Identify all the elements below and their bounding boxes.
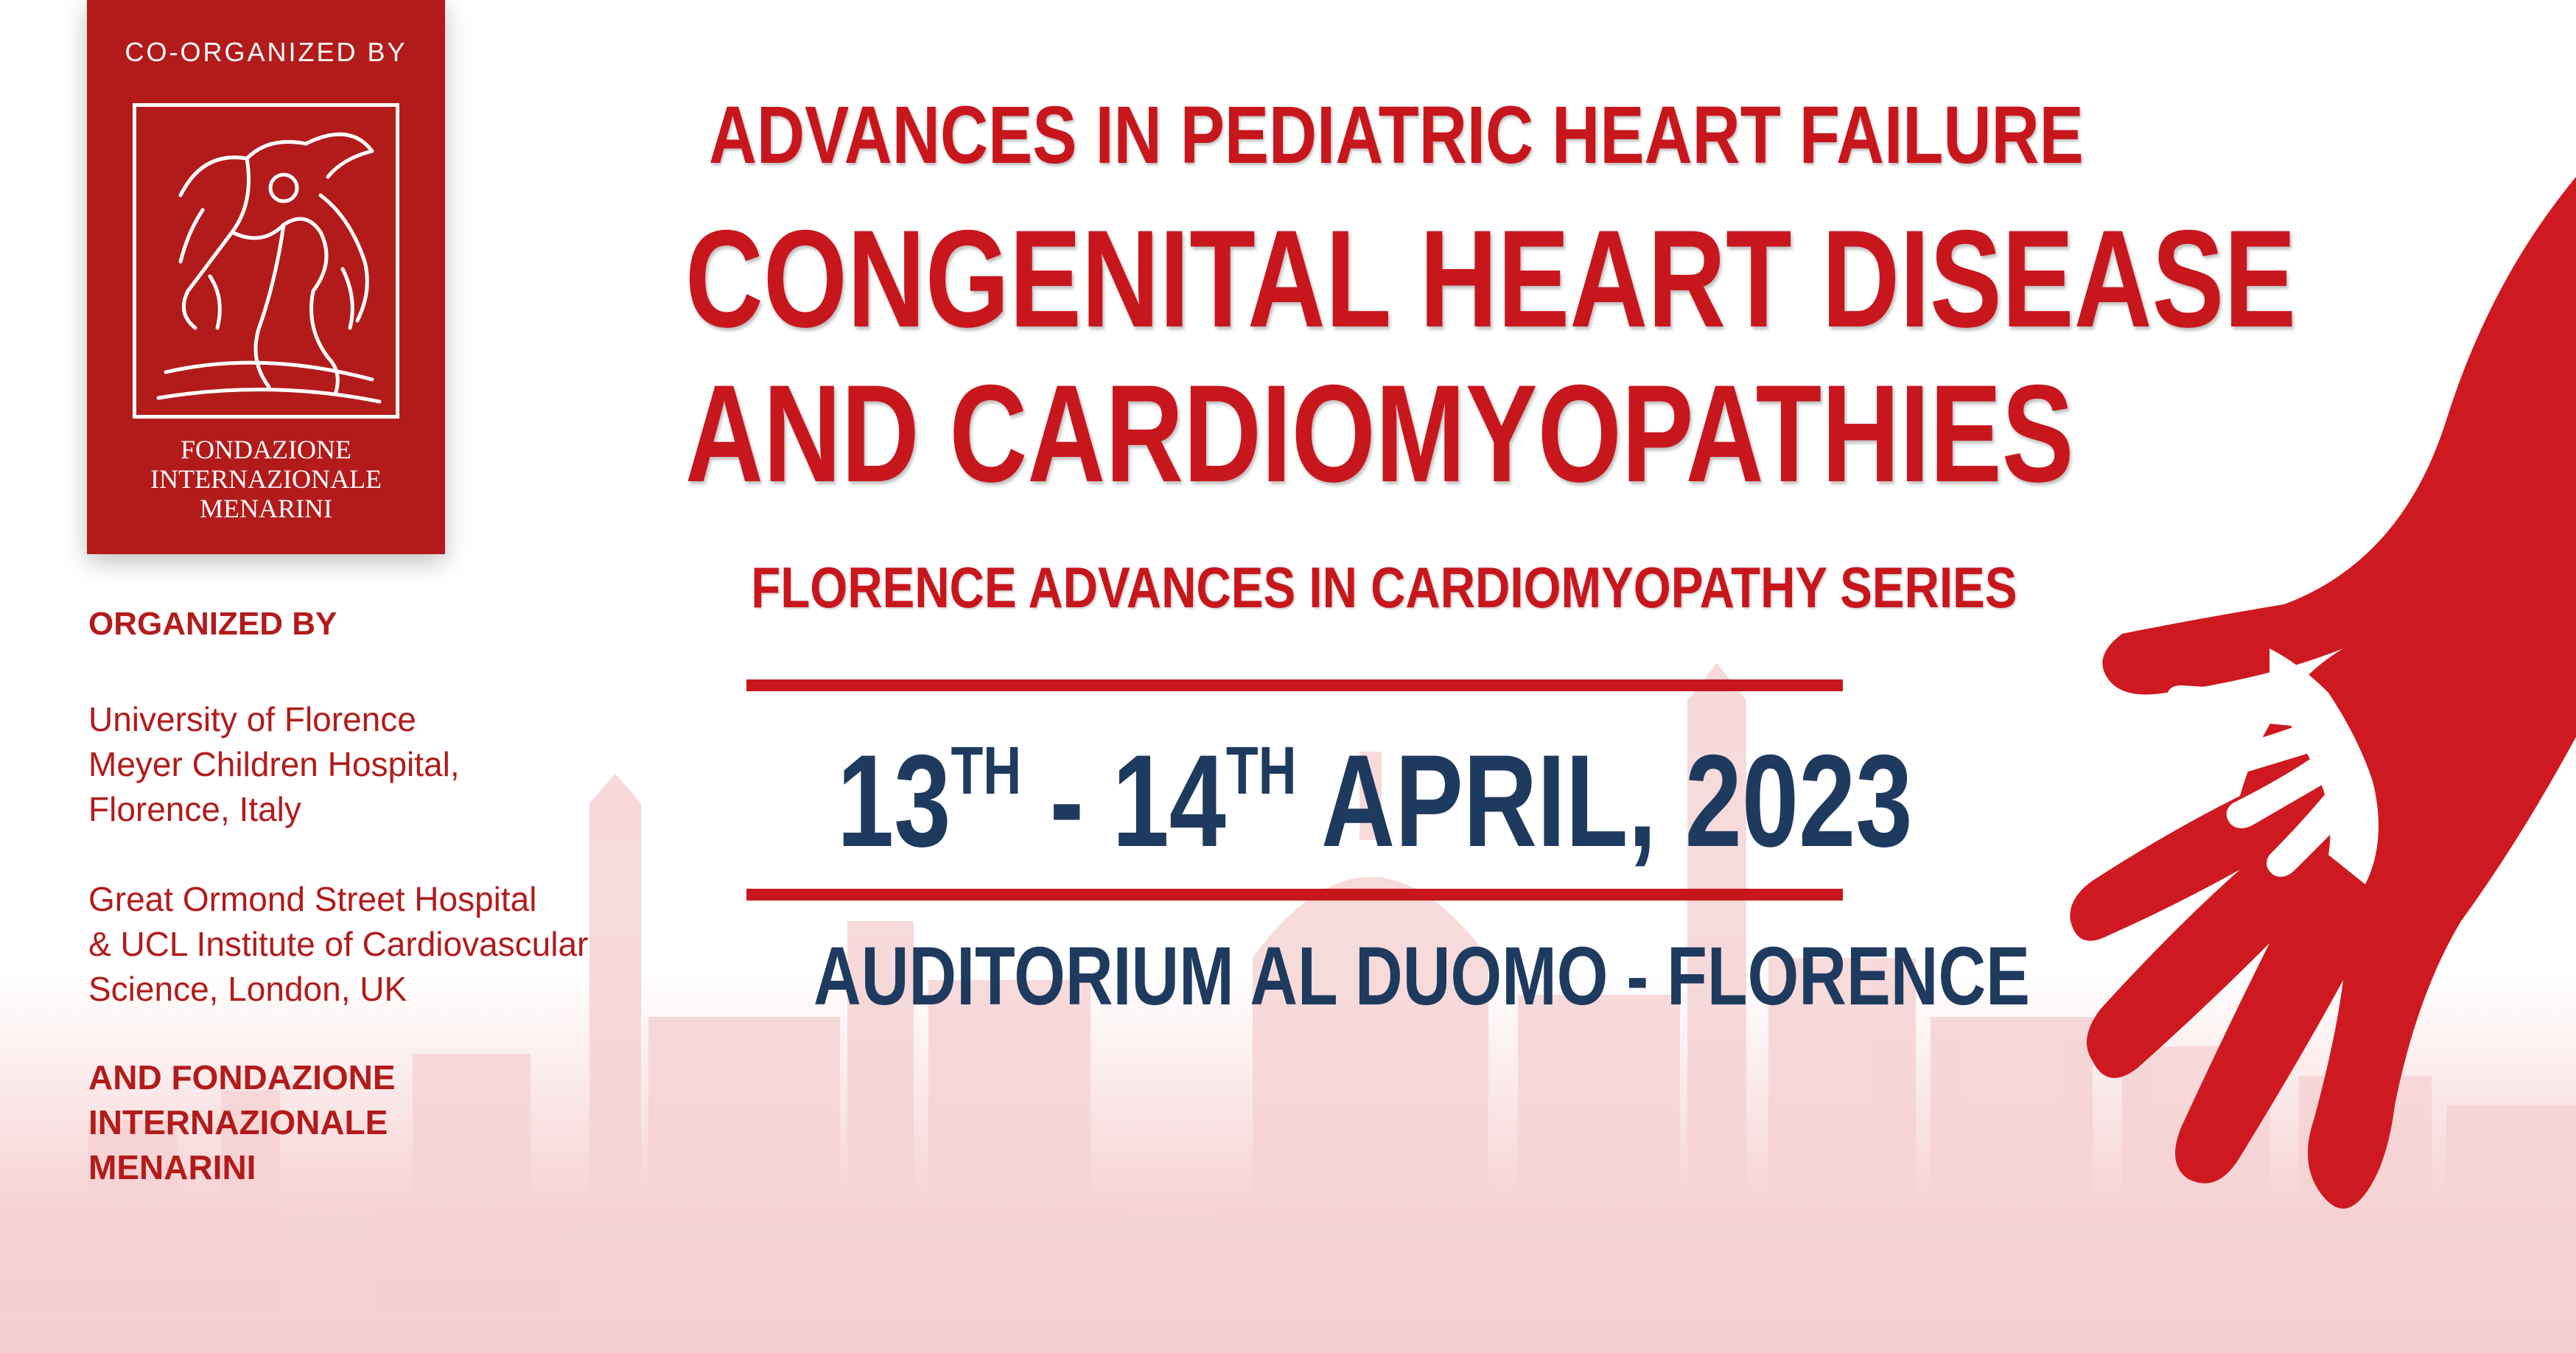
- date-month-year: APRIL, 2023: [1296, 727, 1913, 874]
- organized-by-heading: ORGANIZED BY: [88, 606, 337, 642]
- organizer-university-florence: University of Florence Meyer Children Ho…: [88, 697, 460, 832]
- organizer-line: INTERNAZIONALE: [88, 1103, 388, 1142]
- organizer-line: University of Florence: [88, 700, 416, 738]
- fondazione-logo-panel: CO-ORGANIZED BY FONDAZIONE INTERNAZIONAL…: [87, 0, 445, 554]
- date-suffix2: TH: [1225, 733, 1297, 808]
- organizer-line: MENARINI: [88, 1148, 256, 1186]
- date-day1: 13: [837, 727, 951, 874]
- winged-figure-emblem-icon: [133, 103, 399, 419]
- organizer-great-ormond-street: Great Ormond Street Hospital & UCL Insti…: [88, 877, 588, 1012]
- title-line-2: CONGENITAL HEART DISEASE: [685, 201, 2297, 356]
- event-date: 13TH - 14TH APRIL, 2023: [837, 725, 1913, 876]
- title-line-1: ADVANCES IN PEDIATRIC HEART FAILURE: [708, 90, 2084, 181]
- date-day2: 14: [1112, 727, 1226, 874]
- organizer-line: & UCL Institute of Cardiovascular: [88, 925, 589, 963]
- organizer-line: Meyer Children Hospital,: [88, 745, 460, 783]
- title-line-3: AND CARDIOMYOPATHIES: [685, 356, 2074, 511]
- date-separator: -: [1021, 727, 1113, 874]
- foundation-line: MENARINI: [200, 494, 332, 523]
- organizer-line: AND FONDAZIONE: [88, 1058, 396, 1097]
- hands-illustration-icon: [2070, 177, 2576, 1209]
- event-venue: AUDITORIUM AL DUOMO - FLORENCE: [813, 930, 2030, 1022]
- foundation-name: FONDAZIONE INTERNAZIONALE MENARINI: [87, 435, 445, 523]
- foundation-line: FONDAZIONE: [181, 435, 351, 464]
- divider-bottom: [746, 889, 1843, 901]
- co-organized-label: CO-ORGANIZED BY: [125, 37, 407, 67]
- series-subtitle: FLORENCE ADVANCES IN CARDIOMYOPATHY SERI…: [751, 555, 2017, 620]
- date-suffix1: TH: [951, 733, 1022, 808]
- foundation-line: INTERNAZIONALE: [150, 464, 382, 494]
- organizer-fondazione: AND FONDAZIONE INTERNAZIONALE MENARINI: [88, 1055, 396, 1190]
- organizer-line: Science, London, UK: [88, 970, 407, 1008]
- organizer-line: Florence, Italy: [88, 790, 301, 828]
- organizer-line: Great Ormond Street Hospital: [88, 880, 537, 918]
- divider-top: [746, 679, 1843, 691]
